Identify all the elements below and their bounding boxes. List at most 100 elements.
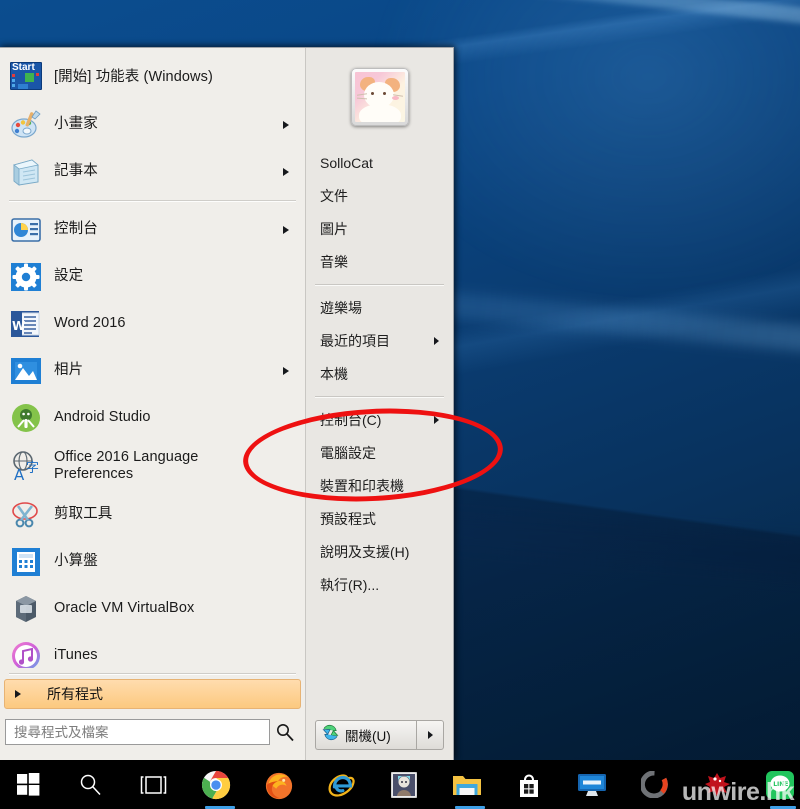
right-item-label: 文件: [320, 187, 348, 204]
chrome-button[interactable]: [196, 760, 237, 809]
android-studio-icon: [10, 402, 42, 434]
program-item-calculator[interactable]: 小算盤: [0, 538, 305, 585]
chevron-right-icon[interactable]: [283, 225, 289, 234]
right-item-label: 音樂: [320, 253, 348, 270]
program-label: 小畫家: [54, 116, 98, 133]
program-item-paint[interactable]: 小畫家: [0, 101, 305, 148]
game-app-button[interactable]: [384, 760, 425, 809]
paint-icon: [10, 109, 42, 141]
photos-icon: [10, 355, 42, 387]
right-item-label: 遊樂場: [320, 299, 362, 316]
program-label: 小算盤: [54, 553, 98, 570]
search-row: [0, 712, 305, 760]
start-button[interactable]: [8, 760, 49, 809]
chevron-right-icon[interactable]: [434, 415, 439, 424]
program-item-android-studio[interactable]: Android Studio: [0, 394, 305, 441]
right-item-games[interactable]: 遊樂場: [306, 291, 453, 324]
program-item-office-language-preferences[interactable]: A 字 Office 2016 Language Preferences: [0, 441, 305, 491]
chevron-right-icon[interactable]: [283, 120, 289, 129]
itunes-icon: [10, 640, 42, 668]
program-label: 設定: [54, 268, 84, 285]
right-item-default-programs[interactable]: 預設程式: [306, 502, 453, 535]
search-icon[interactable]: [270, 722, 300, 742]
store-button[interactable]: [509, 760, 550, 809]
menu-separator-bottom: [9, 673, 296, 674]
right-item-recent[interactable]: 最近的項目: [306, 324, 453, 357]
program-label: 控制台: [54, 221, 98, 238]
start-menu: Start [開始] 功能表 (Windows) 小畫家 記事本 控制台 設定 …: [0, 47, 454, 760]
snipping-tool-icon: [10, 499, 42, 531]
right-item-label: 執行(R)...: [320, 576, 380, 593]
chevron-right-icon[interactable]: [283, 366, 289, 375]
virtualbox-icon: [10, 593, 42, 625]
right-item-run[interactable]: 執行(R)...: [306, 568, 453, 601]
shutdown-icon: [322, 724, 339, 746]
chevron-right-icon[interactable]: [283, 167, 289, 176]
right-separator-1: [315, 284, 444, 285]
start-menu-right-panel: SolloCat 文件 圖片 音樂 遊樂場 最近的項目 本機 控制台(C) 電腦…: [305, 48, 453, 760]
user-avatar-cat-picture[interactable]: [350, 68, 409, 126]
adobe-button[interactable]: [634, 760, 675, 809]
program-label: Word 2016: [54, 315, 126, 332]
right-item-this-pc[interactable]: 本機: [306, 357, 453, 390]
program-label: Office 2016 Language Preferences: [54, 449, 199, 482]
program-label: Android Studio: [54, 409, 151, 426]
all-programs-label: 所有程式: [47, 686, 103, 702]
right-item-username[interactable]: SolloCat: [306, 146, 453, 179]
word-icon: W: [10, 308, 42, 340]
task-view-button[interactable]: [133, 760, 174, 809]
program-item-snipping-tool[interactable]: 剪取工具: [0, 491, 305, 538]
firefox-button[interactable]: [258, 760, 299, 809]
right-item-label: 電腦設定: [320, 444, 376, 461]
svg-text:字: 字: [26, 461, 39, 476]
program-item-settings[interactable]: 設定: [0, 253, 305, 300]
svg-text:A: A: [14, 466, 25, 482]
chevron-right-icon: [15, 690, 21, 698]
program-label: 記事本: [54, 163, 98, 180]
soundpeats-button[interactable]: [571, 760, 612, 809]
search-box[interactable]: [5, 719, 270, 745]
program-item-itunes[interactable]: iTunes: [0, 632, 305, 668]
right-item-label: 最近的項目: [320, 332, 390, 349]
program-label: [開始] 功能表 (Windows): [54, 69, 213, 86]
shutdown-label: 關機(U): [345, 729, 391, 744]
search-input[interactable]: [12, 723, 263, 741]
notepad-icon: [10, 156, 42, 188]
internet-explorer-button[interactable]: [321, 760, 362, 809]
right-item-music[interactable]: 音樂: [306, 245, 453, 278]
watermark: unwire.hk: [681, 778, 795, 806]
right-item-pc-settings[interactable]: 電腦設定: [306, 436, 453, 469]
program-item-photos[interactable]: 相片: [0, 347, 305, 394]
start-menu-left-panel: Start [開始] 功能表 (Windows) 小畫家 記事本 控制台 設定 …: [0, 48, 305, 760]
search-button[interactable]: [71, 760, 112, 809]
office-language-icon: A 字: [10, 450, 42, 484]
right-item-devices-and-printers[interactable]: 裝置和印表機: [306, 469, 453, 502]
right-item-label: 控制台(C): [320, 411, 382, 428]
right-item-label: 本機: [320, 365, 348, 382]
shutdown-options-button[interactable]: [416, 720, 444, 750]
chevron-right-icon: [427, 731, 433, 739]
avatar-wrap: [306, 48, 453, 146]
calculator-icon: [10, 546, 42, 578]
taskbar: LINE unwire.hk: [0, 760, 800, 809]
program-item-word-2016[interactable]: W Word 2016: [0, 300, 305, 347]
shutdown-button[interactable]: 關機(U): [315, 720, 416, 750]
all-programs-button[interactable]: 所有程式: [4, 679, 301, 709]
control-panel-icon: [10, 214, 42, 246]
program-item-notepad[interactable]: 記事本: [0, 148, 305, 195]
right-item-pictures[interactable]: 圖片: [306, 212, 453, 245]
menu-separator: [9, 200, 296, 201]
program-label: 相片: [54, 362, 84, 379]
right-item-help-and-support[interactable]: 說明及支援(H): [306, 535, 453, 568]
right-item-control-panel[interactable]: 控制台(C): [306, 403, 453, 436]
program-label: iTunes: [54, 647, 98, 664]
chevron-right-icon[interactable]: [434, 336, 439, 345]
program-item-start-menu-shortcut[interactable]: Start [開始] 功能表 (Windows): [0, 54, 305, 101]
program-label: 剪取工具: [54, 506, 113, 523]
right-item-label: 預設程式: [320, 510, 376, 527]
file-explorer-button[interactable]: [446, 760, 487, 809]
program-item-control-panel[interactable]: 控制台: [0, 206, 305, 253]
program-label: Oracle VM VirtualBox: [54, 600, 195, 617]
right-item-documents[interactable]: 文件: [306, 179, 453, 212]
program-item-virtualbox[interactable]: Oracle VM VirtualBox: [0, 585, 305, 632]
